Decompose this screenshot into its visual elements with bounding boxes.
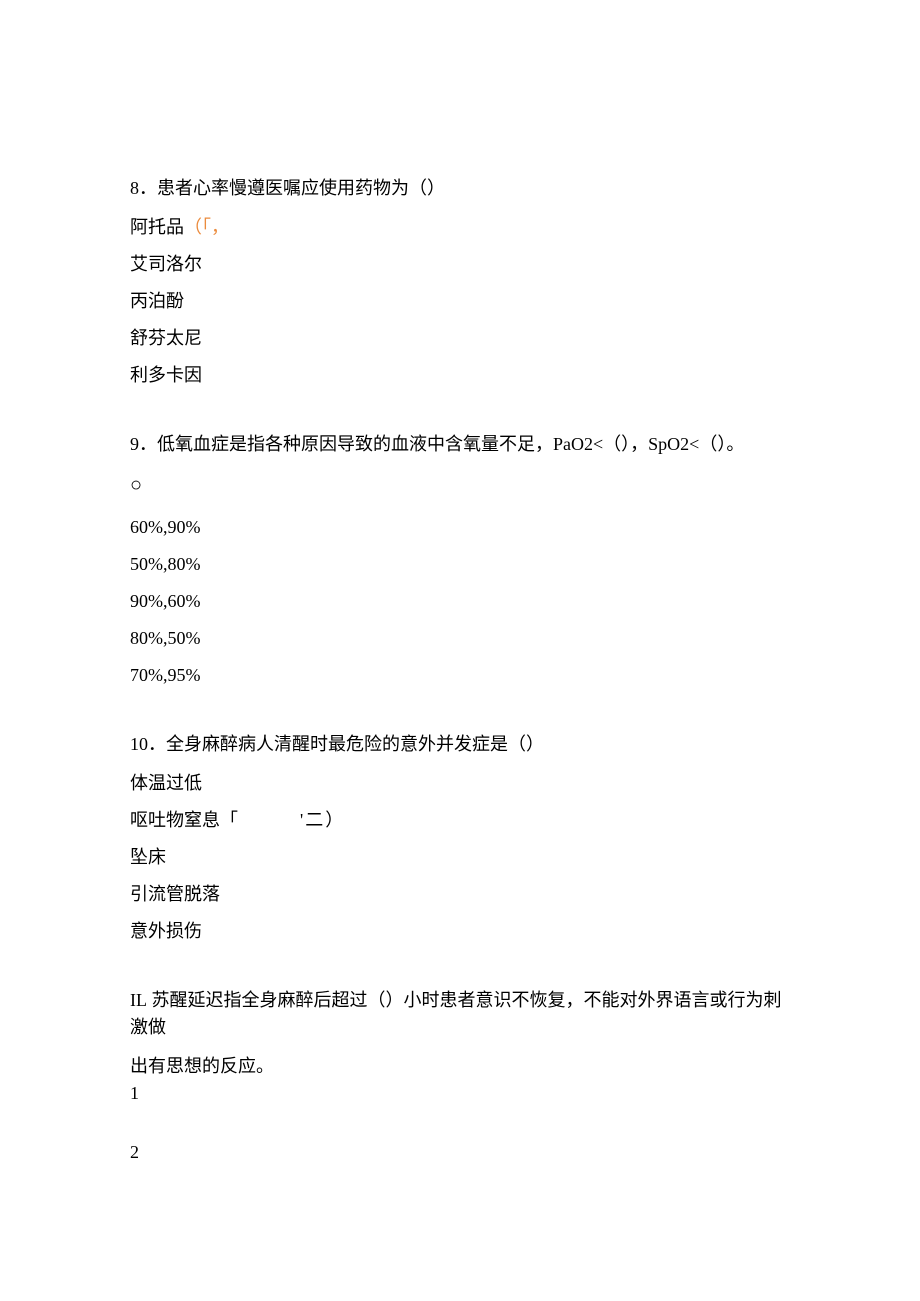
q9-pre: ．低氧血症是指各种原因导致的血液中含氧量不足， — [139, 434, 553, 454]
question-10-body: ．全身麻醉病人清醒时最危险的意外并发症是（） — [148, 734, 544, 754]
question-9-option-d: 80%,50% — [130, 625, 790, 652]
circle-marker: ○ — [130, 470, 790, 500]
question-11-line2: 出有思想的反应。 — [130, 1053, 790, 1080]
question-10-option-c: 坠床 — [130, 844, 790, 871]
question-10-option-a: 体温过低 — [130, 770, 790, 797]
option-hint: （「， — [184, 217, 229, 237]
question-11-option-2: 2 — [130, 1139, 790, 1166]
q9-pao2: PaO2< — [553, 434, 603, 454]
question-9-text: 9．低氧血症是指各种原因导致的血液中含氧量不足，PaO2<（），SpO2<（）。 — [130, 431, 790, 458]
question-11-body1: 苏醒延迟指全身麻醉后超过（）小时患者意识不恢复，不能对外界语言或行为刺激做 — [130, 990, 782, 1037]
question-11-line1: IL 苏醒延迟指全身麻醉后超过（）小时患者意识不恢复，不能对外界语言或行为刺激做 — [130, 987, 790, 1041]
question-8-option-c: 丙泊酚 — [130, 288, 790, 315]
question-11: IL 苏醒延迟指全身麻醉后超过（）小时患者意识不恢复，不能对外界语言或行为刺激做… — [130, 987, 790, 1166]
question-9-option-c: 90%,60% — [130, 588, 790, 615]
question-8-option-d: 舒芬太尼 — [130, 325, 790, 352]
question-9-option-a: 60%,90% — [130, 514, 790, 541]
question-8-body: ．患者心率慢遵医嘱应使用药物为（） — [139, 178, 445, 198]
question-10-number: 10 — [130, 734, 148, 754]
question-9-number: 9 — [130, 434, 139, 454]
document-page: 8．患者心率慢遵医嘱应使用药物为（） 阿托品（「， 艾司洛尔 丙泊酚 舒芬太尼 … — [0, 0, 920, 1288]
question-8-option-b: 艾司洛尔 — [130, 251, 790, 278]
question-11-number: IL — [130, 990, 147, 1010]
question-8-text: 8．患者心率慢遵医嘱应使用药物为（） — [130, 175, 790, 202]
question-8: 8．患者心率慢遵医嘱应使用药物为（） 阿托品（「， 艾司洛尔 丙泊酚 舒芬太尼 … — [130, 175, 790, 389]
q9-mid2: （）。 — [699, 434, 744, 454]
q9-spo2: SpO2< — [648, 434, 699, 454]
question-10: 10．全身麻醉病人清醒时最危险的意外并发症是（） 体温过低 呕吐物窒息「 '二）… — [130, 731, 790, 945]
question-8-option-a: 阿托品（「， — [130, 214, 790, 241]
q9-mid1: （）， — [603, 434, 648, 454]
question-10-option-e: 意外损伤 — [130, 918, 790, 945]
question-9-option-b: 50%,80% — [130, 551, 790, 578]
question-10-option-d: 引流管脱落 — [130, 881, 790, 908]
question-10-option-b: 呕吐物窒息「 '二） — [130, 807, 790, 834]
question-11-option-1: 1 — [130, 1080, 790, 1107]
question-9: 9．低氧血症是指各种原因导致的血液中含氧量不足，PaO2<（），SpO2<（）。… — [130, 431, 790, 689]
question-10-text: 10．全身麻醉病人清醒时最危险的意外并发症是（） — [130, 731, 790, 758]
question-8-option-e: 利多卡因 — [130, 362, 790, 389]
option-hint: 「 '二） — [220, 810, 345, 830]
question-8-number: 8 — [130, 178, 139, 198]
option-text: 呕吐物窒息 — [130, 810, 220, 830]
option-text: 阿托品 — [130, 217, 184, 237]
question-9-option-e: 70%,95% — [130, 662, 790, 689]
